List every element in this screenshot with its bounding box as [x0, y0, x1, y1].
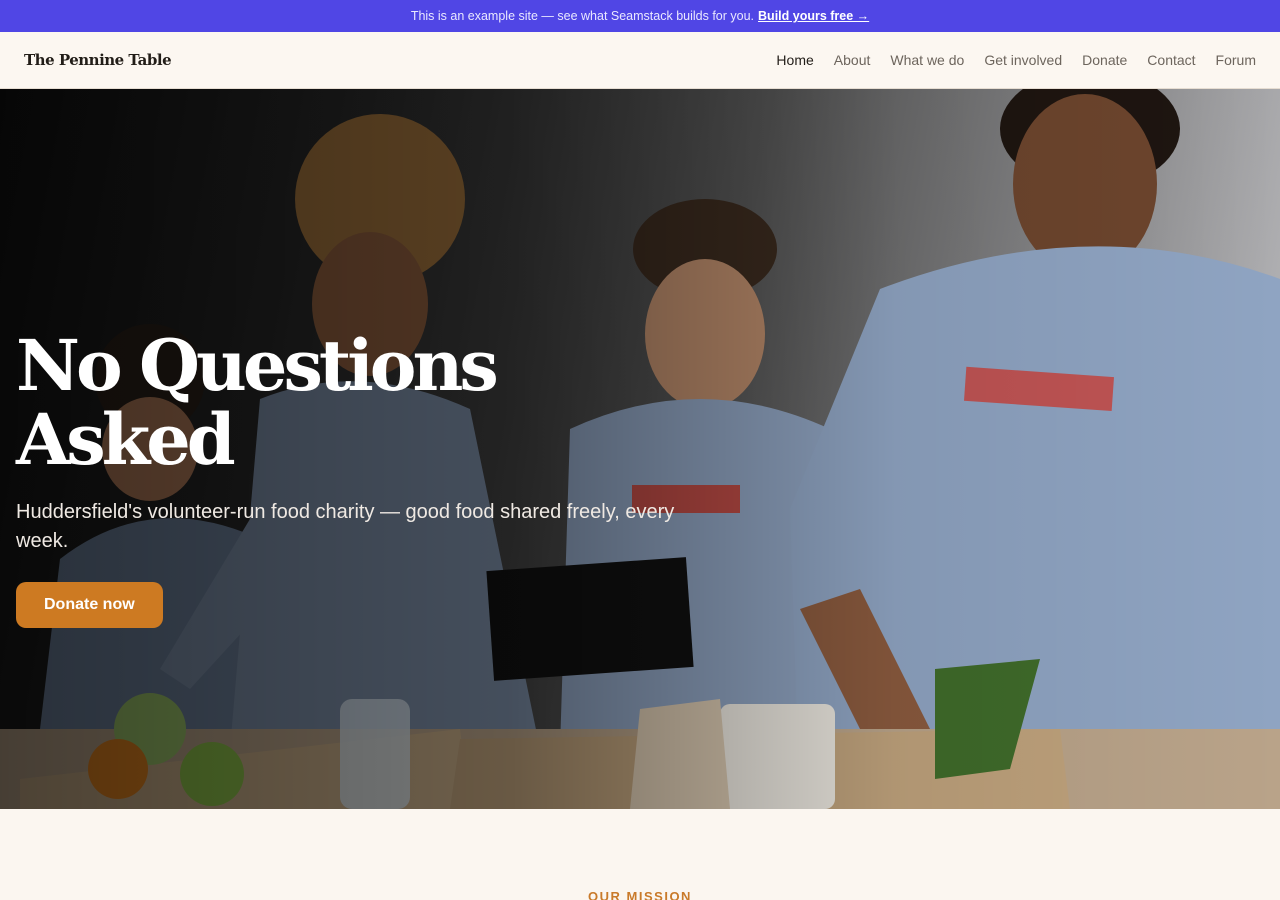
mission-eyebrow: OUR MISSION — [588, 889, 692, 900]
site-logo[interactable]: The Pennine Table — [24, 51, 172, 69]
hero-section: No Questions Asked Huddersfield's volunt… — [0, 89, 1280, 809]
hero-content: No Questions Asked Huddersfield's volunt… — [16, 329, 706, 628]
nav-about[interactable]: About — [834, 52, 871, 68]
promo-banner: This is an example site — see what Seams… — [0, 0, 1280, 32]
hero-title: No Questions Asked — [16, 324, 499, 481]
site-header: The Pennine Table Home About What we do … — [0, 32, 1280, 89]
nav-donate[interactable]: Donate — [1082, 52, 1127, 68]
hero-subtitle: Huddersfield's volunteer-run food charit… — [16, 501, 675, 552]
donate-now-button[interactable]: Donate now — [16, 582, 163, 628]
build-yours-free-link[interactable]: Build yours free → — [758, 9, 869, 23]
nav-forum[interactable]: Forum — [1216, 52, 1256, 68]
main-nav: Home About What we do Get involved Donat… — [776, 52, 1256, 68]
nav-home[interactable]: Home — [776, 52, 813, 68]
nav-what-we-do[interactable]: What we do — [890, 52, 964, 68]
nav-contact[interactable]: Contact — [1147, 52, 1195, 68]
promo-banner-text: This is an example site — see what Seams… — [410, 9, 755, 23]
nav-get-involved[interactable]: Get involved — [984, 52, 1062, 68]
